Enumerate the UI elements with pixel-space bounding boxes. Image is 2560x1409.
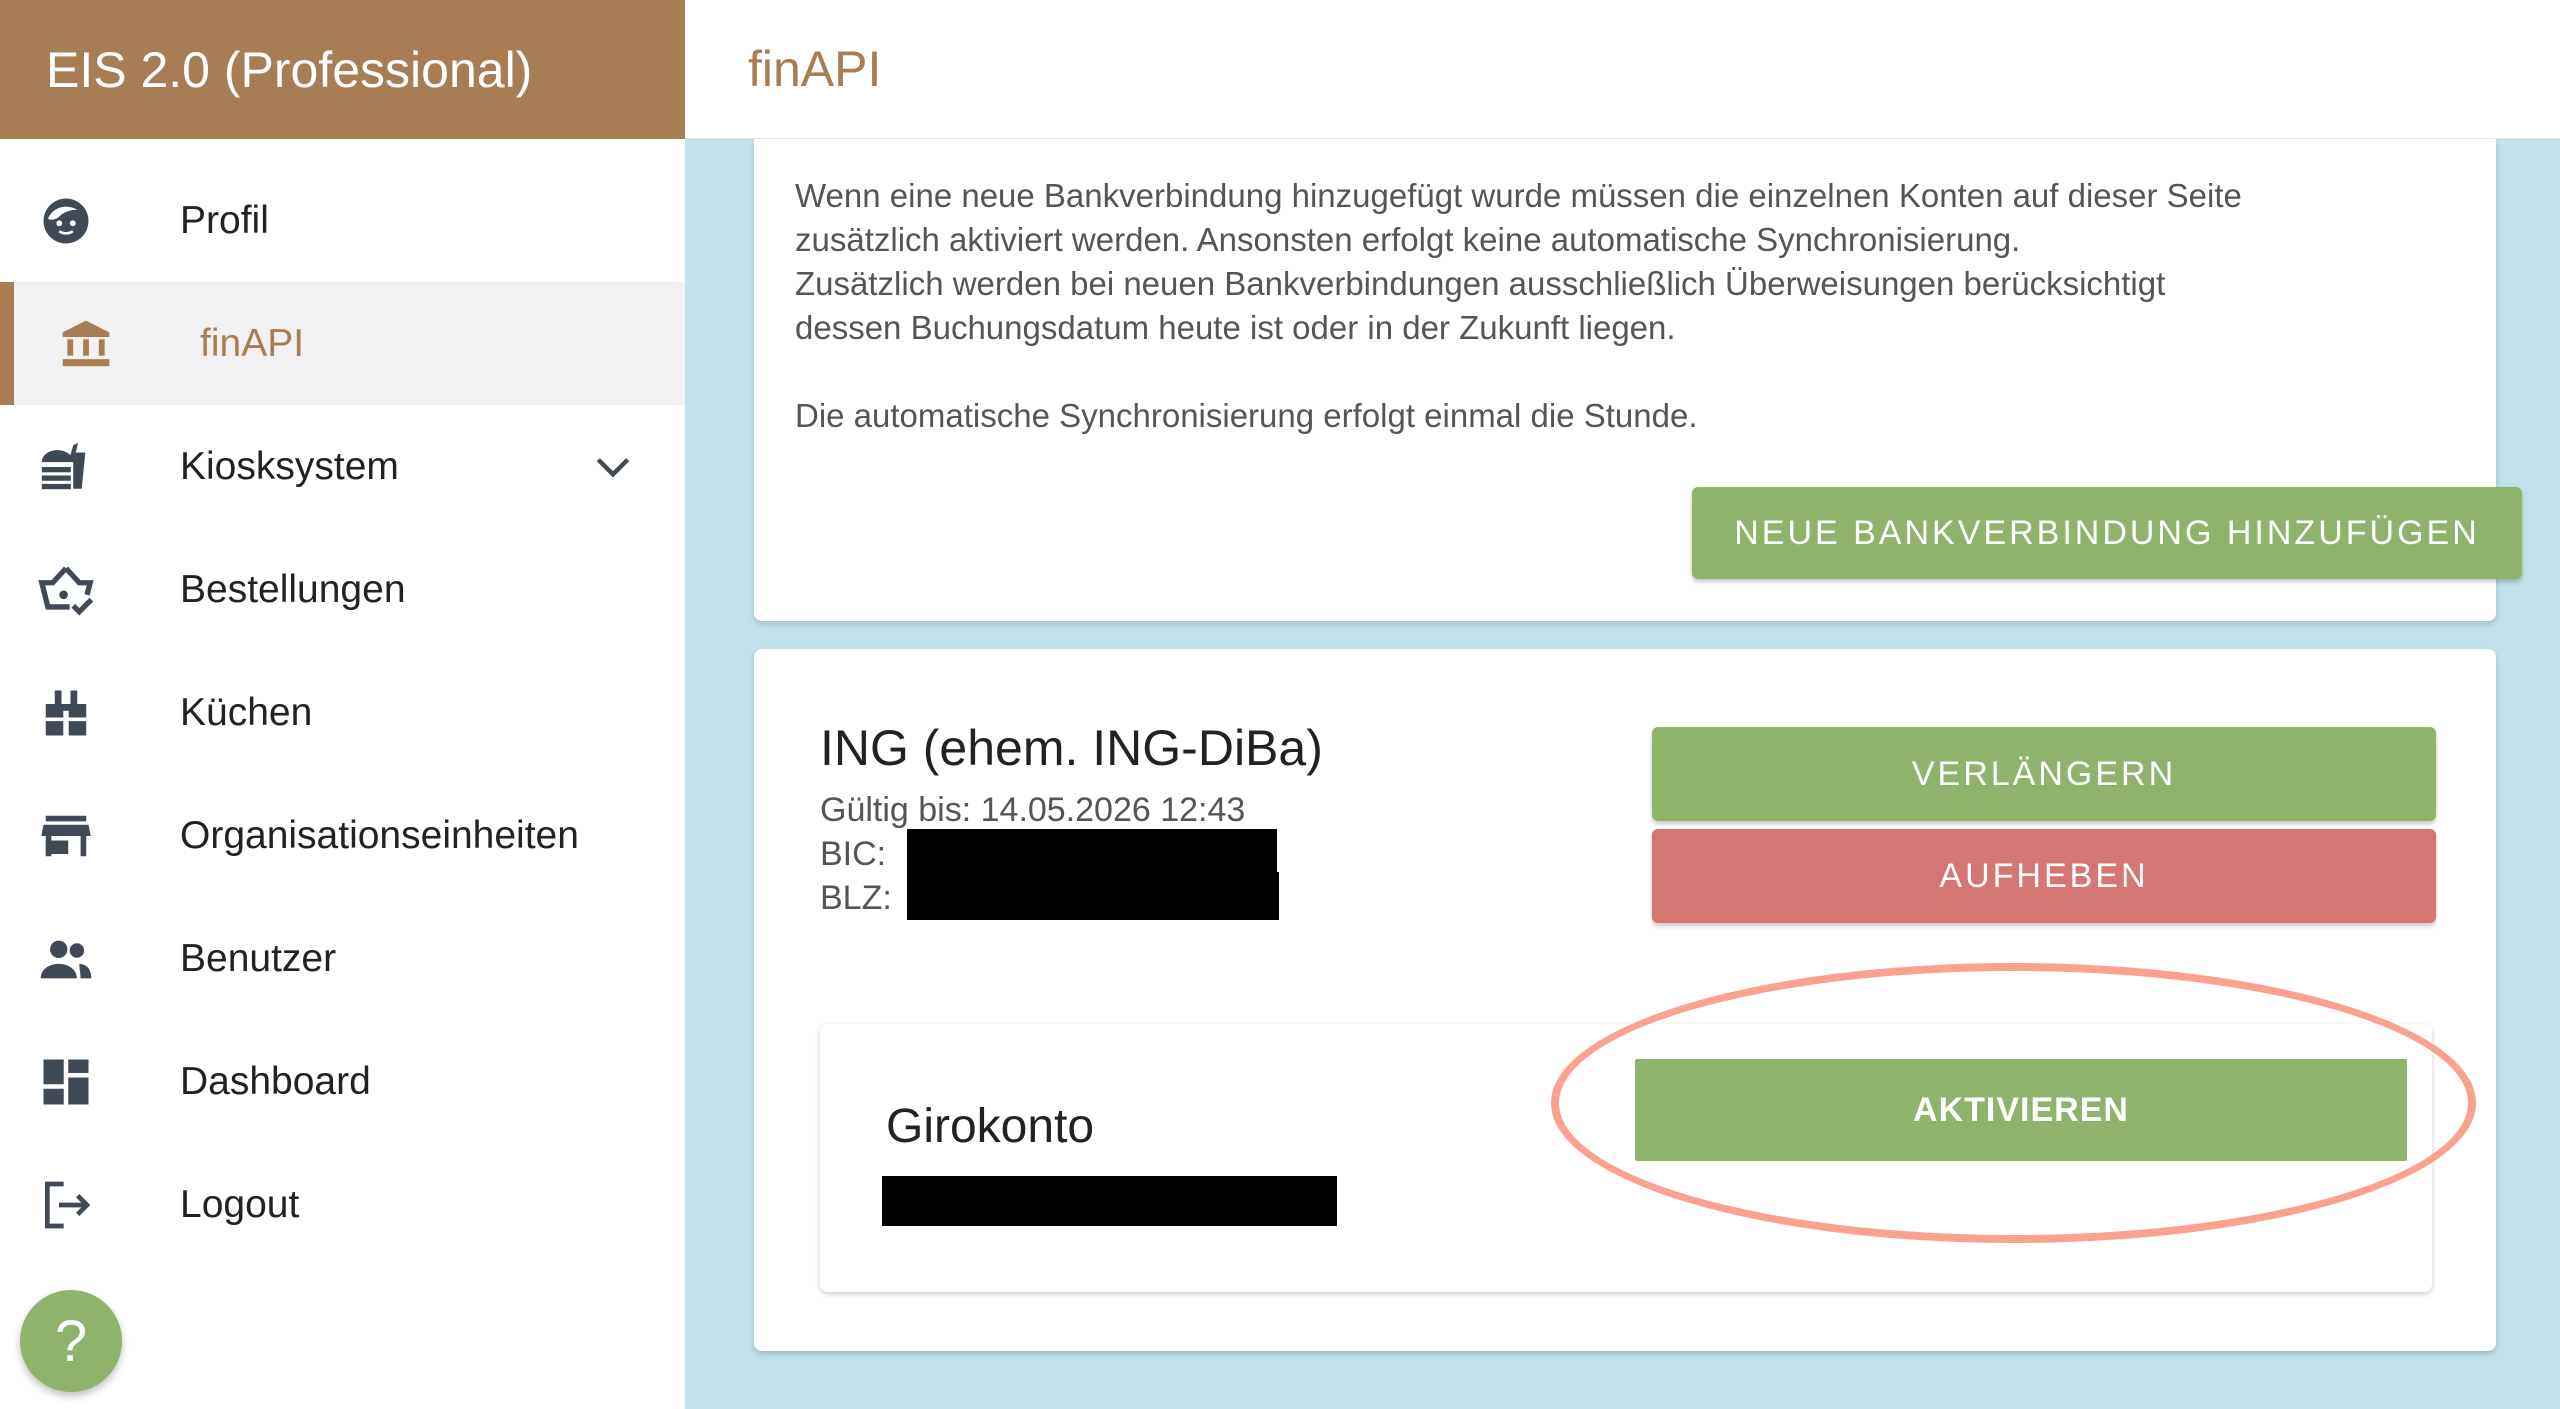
info-line: dessen Buchungsdatum heute ist oder in d… bbox=[795, 309, 1676, 346]
sidebar-item-benutzer[interactable]: Benutzer bbox=[0, 897, 685, 1020]
app-title: EIS 2.0 (Professional) bbox=[0, 0, 685, 139]
people-icon bbox=[36, 929, 96, 989]
info-line: Wenn eine neue Bankverbindung hinzugefüg… bbox=[795, 177, 2242, 214]
bank-name: ING (ehem. ING-DiBa) bbox=[820, 720, 1323, 776]
info-line: Die automatische Synchronisierung erfolg… bbox=[795, 397, 1698, 434]
account-name: Girokonto bbox=[886, 1100, 1095, 1153]
redacted-iban bbox=[882, 1176, 1337, 1226]
main-content: Wenn eine neue Bankverbindung hinzugefüg… bbox=[685, 139, 2560, 1409]
store-icon bbox=[36, 806, 96, 866]
basket-check-icon bbox=[36, 560, 96, 620]
help-button[interactable]: ? bbox=[20, 1290, 122, 1392]
page-title: finAPI bbox=[685, 0, 2560, 139]
sidebar-item-label: Organisationseinheiten bbox=[180, 813, 579, 857]
sidebar-item-logout[interactable]: Logout bbox=[0, 1143, 685, 1266]
sidebar-item-label: finAPI bbox=[200, 321, 305, 365]
sidebar-item-bestellungen[interactable]: Bestellungen bbox=[0, 528, 685, 651]
sidebar-item-dashboard[interactable]: Dashboard bbox=[0, 1020, 685, 1143]
sidebar-item-label: Logout bbox=[180, 1182, 300, 1226]
cancel-button[interactable]: AUFHEBEN bbox=[1652, 829, 2436, 923]
sidebar-item-finapi[interactable]: finAPI bbox=[0, 282, 685, 405]
dashboard-icon bbox=[36, 1052, 96, 1112]
blz-label: BLZ: bbox=[820, 879, 892, 917]
sidebar: EIS 2.0 (Professional) Profil finAPI Kio… bbox=[0, 0, 685, 1409]
sidebar-item-label: Profil bbox=[180, 198, 269, 242]
chevron-down-icon[interactable] bbox=[591, 445, 635, 489]
fastfood-icon bbox=[36, 437, 96, 497]
info-card: Wenn eine neue Bankverbindung hinzugefüg… bbox=[754, 139, 2522, 621]
extend-button[interactable]: VERLÄNGERN bbox=[1652, 727, 2436, 821]
sidebar-item-profil[interactable]: Profil bbox=[0, 159, 685, 282]
info-line: zusätzlich aktiviert werden. Ansonsten e… bbox=[795, 221, 2021, 258]
logout-icon bbox=[36, 1175, 96, 1235]
bank-icon bbox=[56, 314, 116, 374]
bic-label: BIC: bbox=[820, 835, 887, 873]
sidebar-item-label: Kiosksystem bbox=[180, 444, 399, 488]
bank-connection-card: ING (ehem. ING-DiBa) Gültig bis: 14.05.2… bbox=[754, 649, 2496, 1351]
kitchen-icon bbox=[36, 683, 96, 743]
sidebar-item-label: Küchen bbox=[180, 690, 313, 734]
account-card: Girokonto AKTIVIEREN bbox=[820, 1024, 2432, 1292]
sidebar-item-kiosksystem[interactable]: Kiosksystem bbox=[0, 405, 685, 528]
info-line: Zusätzlich werden bei neuen Bankverbindu… bbox=[795, 265, 2166, 302]
sidebar-item-organisationseinheiten[interactable]: Organisationseinheiten bbox=[0, 774, 685, 897]
activate-button[interactable]: AKTIVIEREN bbox=[1635, 1059, 2407, 1161]
sidebar-item-label: Bestellungen bbox=[180, 567, 406, 611]
info-text: Wenn eine neue Bankverbindung hinzugefüg… bbox=[795, 174, 2455, 438]
sidebar-item-label: Benutzer bbox=[180, 936, 337, 980]
sidebar-item-kuechen[interactable]: Küchen bbox=[0, 651, 685, 774]
face-icon bbox=[36, 191, 96, 251]
sidebar-item-label: Dashboard bbox=[180, 1059, 371, 1103]
redacted-blz bbox=[907, 872, 1279, 920]
redacted-bic bbox=[907, 829, 1277, 875]
add-bank-connection-button[interactable]: NEUE BANKVERBINDUNG HINZUFÜGEN bbox=[1692, 487, 2522, 579]
valid-until: Gültig bis: 14.05.2026 12:43 bbox=[820, 791, 1246, 829]
app-root: EIS 2.0 (Professional) Profil finAPI Kio… bbox=[0, 0, 2560, 1409]
